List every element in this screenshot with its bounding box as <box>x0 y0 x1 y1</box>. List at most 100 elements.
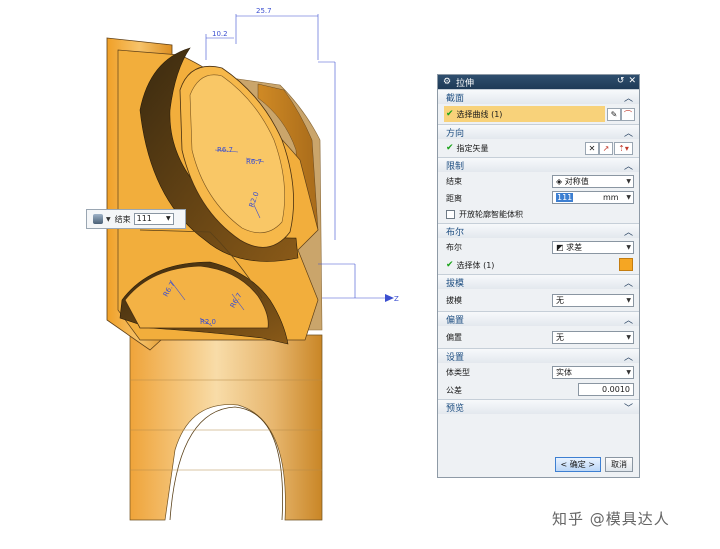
end-select[interactable]: ◈ 对称值 ▼ <box>552 175 634 188</box>
chevron-up-icon: ︿ <box>623 352 633 363</box>
select-body-row[interactable]: ✔ 选择体 (1) <box>438 256 639 274</box>
graphics-viewport[interactable]: 25.7 10.2 R6.7 R6.7 R2.0 R6.7 R6.7 R2.0 … <box>0 0 430 549</box>
watermark: 知乎 @模具达人 <box>552 510 670 528</box>
chevron-up-icon: ︿ <box>623 315 633 326</box>
select-body-label: 选择体 (1) <box>456 260 495 270</box>
draft-select[interactable]: 无 ▼ <box>552 294 634 307</box>
dim-radius-6: R2.0 <box>200 318 216 326</box>
select-curve-label: 选择曲线 (1) <box>456 109 503 119</box>
check-icon: ✔ <box>446 143 454 153</box>
dim-width: 25.7 <box>256 7 272 15</box>
section-title: 预览 <box>446 403 465 414</box>
chevron-down-icon: ﹀ <box>623 403 633 414</box>
mini-end-value-field[interactable]: 111 ▼ <box>133 213 174 225</box>
section-header-preview[interactable]: 预览 ﹀ <box>438 399 639 414</box>
vector-icon[interactable]: ↗ <box>599 142 613 155</box>
dialog-title-bar: ⚙ 拉伸 ↺ ✕ <box>438 75 639 89</box>
chevron-down-icon: ▼ <box>626 194 631 201</box>
floating-limit-toolbar[interactable]: ▼ 结束 111 ▼ <box>86 209 186 229</box>
gear-icon[interactable]: ⚙ <box>442 77 452 87</box>
chevron-down-icon: ▼ <box>626 244 631 251</box>
chevron-up-icon: ︿ <box>623 93 633 104</box>
body-icon: ◈ <box>556 177 565 186</box>
section-title: 布尔 <box>446 227 465 238</box>
curve-icon[interactable]: ⌒ <box>621 108 635 121</box>
draft-value: 无 <box>556 296 564 305</box>
body-type-label: 体类型 <box>446 367 470 377</box>
distance-row: 距离 111 mm ▼ <box>438 190 639 206</box>
dim-radius-1: R6.7 <box>217 146 233 154</box>
section-title: 截面 <box>446 93 465 104</box>
dim-offset: 10.2 <box>212 30 228 38</box>
body-icon <box>93 214 103 224</box>
dialog-title: 拉伸 <box>456 78 475 89</box>
distance-label: 距离 <box>446 193 462 203</box>
cancel-button[interactable]: 取消 <box>605 456 633 472</box>
draft-label: 拔模 <box>446 295 462 305</box>
section-header-section[interactable]: 截面 ︿ <box>438 89 639 104</box>
chevron-down-icon: ▼ <box>626 178 631 185</box>
open-profile-label: 开放轮廓智能体积 <box>459 210 523 219</box>
offset-label: 偏置 <box>446 332 462 342</box>
distance-input[interactable]: 111 mm ▼ <box>552 191 634 204</box>
chevron-down-icon: ▼ <box>626 297 631 304</box>
boolean-select[interactable]: ◩ 求差 ▼ <box>552 241 634 254</box>
reset-icon[interactable]: ↺ <box>617 76 625 86</box>
specify-vector-label: 指定矢量 <box>456 143 489 153</box>
select-curve-row[interactable]: ✔ 选择曲线 (1) ✎ ⌒ <box>438 104 639 124</box>
sketch-section-icon[interactable]: ✎ <box>607 108 621 121</box>
distance-value: 111 <box>556 193 574 202</box>
chevron-down-icon[interactable]: ▼ <box>106 216 111 223</box>
section-title: 限制 <box>446 161 465 172</box>
select-curve-highlight[interactable]: ✔ 选择曲线 (1) <box>444 106 605 122</box>
vector-dialog-icon[interactable]: ⇡▾ <box>614 142 633 155</box>
open-profile-checkbox[interactable] <box>446 210 455 219</box>
subtract-icon: ◩ <box>556 243 567 252</box>
section-title: 设置 <box>446 352 465 363</box>
draft-row: 拔模 无 ▼ <box>438 289 639 311</box>
cad-model: 25.7 10.2 R6.7 R6.7 R2.0 R6.7 R6.7 R2.0 … <box>106 7 399 521</box>
tolerance-input[interactable]: 0.0010 <box>578 383 634 396</box>
boolean-label: 布尔 <box>446 242 462 252</box>
mini-end-value: 111 <box>136 214 152 223</box>
chevron-up-icon: ︿ <box>623 227 633 238</box>
chevron-down-icon: ▼ <box>166 215 171 222</box>
body-type-select[interactable]: 实体 ▼ <box>552 366 634 379</box>
section-header-draft[interactable]: 拔模 ︿ <box>438 274 639 289</box>
section-header-boolean[interactable]: 布尔 ︿ <box>438 223 639 238</box>
chevron-down-icon: ▼ <box>626 334 631 341</box>
end-row: 结束 ◈ 对称值 ▼ <box>438 172 639 190</box>
chevron-down-icon: ▼ <box>626 369 631 376</box>
section-header-direction[interactable]: 方向 ︿ <box>438 124 639 139</box>
axis-z-label: Z <box>394 295 399 303</box>
chevron-up-icon: ︿ <box>623 161 633 172</box>
chevron-up-icon: ︿ <box>623 278 633 289</box>
mini-end-label: 结束 <box>114 214 131 224</box>
section-title: 偏置 <box>446 315 465 326</box>
body-type-row: 体类型 实体 ▼ <box>438 363 639 381</box>
end-label: 结束 <box>446 176 462 186</box>
ok-button[interactable]: < 确定 > <box>554 456 601 472</box>
check-icon: ✔ <box>446 260 454 270</box>
extrude-dialog: ⚙ 拉伸 ↺ ✕ 截面 ︿ ✔ 选择曲线 (1) ✎ ⌒ 方向 ︿ ✔ 指定矢量… <box>437 74 640 478</box>
distance-unit: mm <box>603 193 619 202</box>
chevron-up-icon: ︿ <box>623 128 633 139</box>
end-value: 对称值 <box>564 177 589 186</box>
close-icon[interactable]: ✕ <box>628 76 636 86</box>
check-icon: ✔ <box>446 109 454 119</box>
offset-select[interactable]: 无 ▼ <box>552 331 634 344</box>
section-header-settings[interactable]: 设置 ︿ <box>438 348 639 363</box>
open-profile-row[interactable]: 开放轮廓智能体积 <box>438 206 639 223</box>
offset-value: 无 <box>556 333 564 342</box>
tolerance-value: 0.0010 <box>602 385 630 394</box>
section-title: 方向 <box>446 128 465 139</box>
cube-icon[interactable] <box>619 258 633 271</box>
offset-row: 偏置 无 ▼ <box>438 326 639 348</box>
boolean-value: 求差 <box>566 243 583 252</box>
section-header-offset[interactable]: 偏置 ︿ <box>438 311 639 326</box>
reverse-direction-icon[interactable]: ✕ <box>585 142 599 155</box>
specify-vector-row[interactable]: ✔ 指定矢量 ✕ ↗ ⇡▾ <box>438 139 639 157</box>
tolerance-label: 公差 <box>446 385 462 395</box>
section-header-limits[interactable]: 限制 ︿ <box>438 157 639 172</box>
dialog-footer: < 确定 > 取消 <box>438 451 639 477</box>
